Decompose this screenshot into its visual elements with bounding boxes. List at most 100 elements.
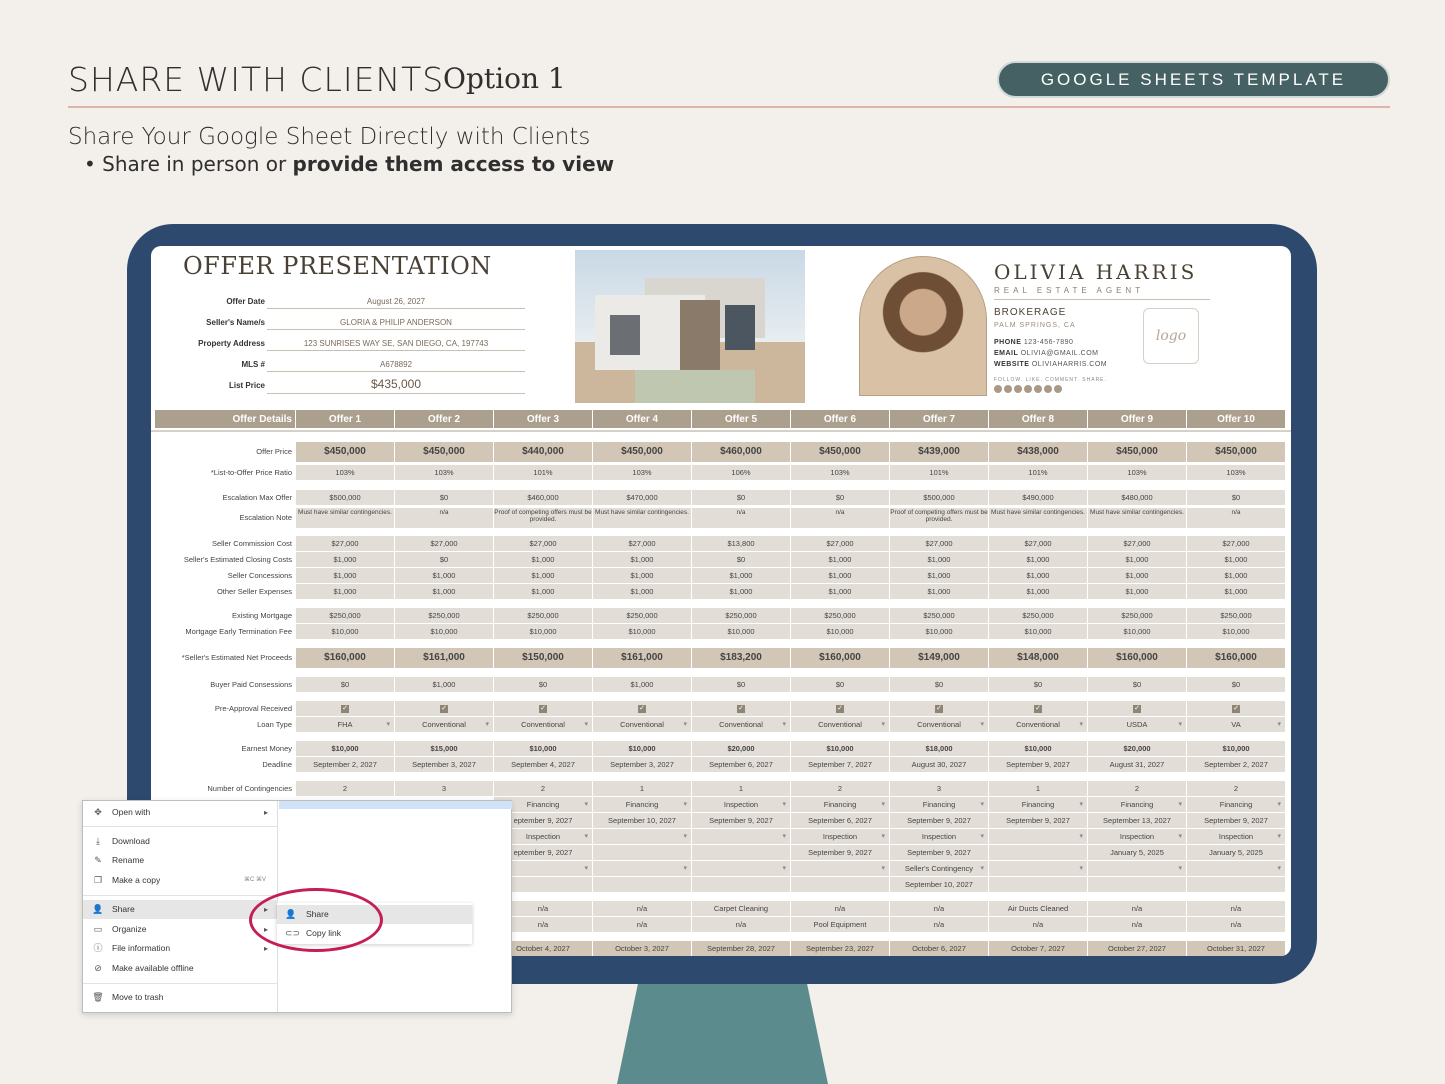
table-cell[interactable]: $10,000 bbox=[989, 624, 1087, 639]
table-cell[interactable]: 3 bbox=[890, 781, 988, 796]
table-cell[interactable]: n/a bbox=[395, 508, 493, 528]
table-cell[interactable]: $1,000 bbox=[890, 584, 988, 599]
table-cell[interactable]: ✓ bbox=[593, 701, 691, 716]
table-cell[interactable]: October 6, 2027 bbox=[890, 941, 988, 956]
table-cell[interactable]: 103% bbox=[593, 465, 691, 480]
table-cell[interactable] bbox=[593, 829, 691, 844]
table-cell[interactable]: $27,000 bbox=[890, 536, 988, 551]
table-cell[interactable]: $450,000 bbox=[1187, 442, 1285, 462]
menu-item-make-available-offline[interactable]: ⊘ Make available offline bbox=[83, 959, 278, 978]
table-cell[interactable]: $161,000 bbox=[395, 648, 493, 668]
checkbox-checked-icon[interactable]: ✓ bbox=[1034, 705, 1042, 714]
table-cell[interactable]: $148,000 bbox=[989, 648, 1087, 668]
table-cell[interactable]: $10,000 bbox=[1088, 624, 1186, 639]
table-cell[interactable]: $0 bbox=[692, 490, 790, 505]
table-cell[interactable]: September 2, 2027 bbox=[1187, 757, 1285, 772]
table-cell[interactable]: 106% bbox=[692, 465, 790, 480]
table-cell[interactable]: Proof of competing offers must be provid… bbox=[890, 508, 988, 528]
form-value[interactable]: A678892 bbox=[267, 360, 525, 372]
table-cell[interactable]: Conventional bbox=[791, 717, 889, 732]
table-cell[interactable]: $10,000 bbox=[989, 741, 1087, 756]
table-cell[interactable]: n/a bbox=[593, 901, 691, 916]
table-cell[interactable]: $10,000 bbox=[494, 624, 592, 639]
table-cell[interactable]: $150,000 bbox=[494, 648, 592, 668]
table-cell[interactable]: $0 bbox=[1088, 677, 1186, 692]
table-cell[interactable]: $160,000 bbox=[1088, 648, 1186, 668]
table-cell[interactable] bbox=[989, 829, 1087, 844]
table-cell[interactable]: October 7, 2027 bbox=[989, 941, 1087, 956]
table-cell[interactable]: $250,000 bbox=[593, 608, 691, 623]
table-cell[interactable]: 1 bbox=[989, 781, 1087, 796]
twitter-icon[interactable] bbox=[1024, 385, 1032, 393]
table-cell[interactable]: 2 bbox=[1088, 781, 1186, 796]
table-cell[interactable]: September 23, 2027 bbox=[791, 941, 889, 956]
table-cell[interactable]: $250,000 bbox=[692, 608, 790, 623]
table-cell[interactable]: September 10, 2027 bbox=[593, 813, 691, 828]
table-cell[interactable]: Conventional bbox=[692, 717, 790, 732]
table-cell[interactable]: ✓ bbox=[692, 701, 790, 716]
table-cell[interactable]: n/a bbox=[1187, 917, 1285, 932]
table-cell[interactable]: n/a bbox=[890, 901, 988, 916]
table-cell[interactable]: $1,000 bbox=[692, 568, 790, 583]
table-cell[interactable]: $10,000 bbox=[296, 624, 394, 639]
youtube-icon[interactable] bbox=[1034, 385, 1042, 393]
table-cell[interactable]: n/a bbox=[989, 917, 1087, 932]
table-cell[interactable]: $1,000 bbox=[692, 584, 790, 599]
table-cell[interactable]: $161,000 bbox=[593, 648, 691, 668]
table-cell[interactable]: Conventional bbox=[494, 717, 592, 732]
table-cell[interactable]: $10,000 bbox=[1187, 741, 1285, 756]
table-cell[interactable]: September 9, 2027 bbox=[1187, 813, 1285, 828]
table-cell[interactable]: ✓ bbox=[1088, 701, 1186, 716]
table-cell[interactable]: $480,000 bbox=[1088, 490, 1186, 505]
table-cell[interactable]: $10,000 bbox=[791, 741, 889, 756]
table-cell[interactable]: $460,000 bbox=[494, 490, 592, 505]
table-cell[interactable]: $10,000 bbox=[593, 741, 691, 756]
table-cell[interactable]: ✓ bbox=[395, 701, 493, 716]
table-cell[interactable]: $250,000 bbox=[1088, 608, 1186, 623]
table-cell[interactable]: 3 bbox=[395, 781, 493, 796]
facebook-icon[interactable] bbox=[1004, 385, 1012, 393]
table-cell[interactable]: $1,000 bbox=[890, 568, 988, 583]
checkbox-checked-icon[interactable]: ✓ bbox=[836, 705, 844, 714]
table-cell[interactable]: Inspection bbox=[1088, 829, 1186, 844]
table-cell[interactable] bbox=[593, 845, 691, 860]
form-value[interactable]: GLORIA & PHILIP ANDERSON bbox=[267, 318, 525, 330]
table-cell[interactable]: $1,000 bbox=[296, 568, 394, 583]
table-cell[interactable]: September 4, 2027 bbox=[494, 757, 592, 772]
form-value[interactable]: 123 SUNRISES WAY SE, SAN DIEGO, CA, 1977… bbox=[267, 339, 525, 351]
tiktok-icon[interactable] bbox=[1044, 385, 1052, 393]
table-cell[interactable]: n/a bbox=[692, 917, 790, 932]
table-cell[interactable]: $450,000 bbox=[791, 442, 889, 462]
table-cell[interactable]: $250,000 bbox=[296, 608, 394, 623]
table-cell[interactable]: USDA bbox=[1088, 717, 1186, 732]
table-cell[interactable]: $1,000 bbox=[989, 552, 1087, 567]
table-cell[interactable]: September 2, 2027 bbox=[296, 757, 394, 772]
table-cell[interactable]: Financing bbox=[1088, 797, 1186, 812]
table-cell[interactable]: $13,800 bbox=[692, 536, 790, 551]
table-cell[interactable]: $500,000 bbox=[890, 490, 988, 505]
table-cell[interactable]: $0 bbox=[890, 677, 988, 692]
table-cell[interactable]: $250,000 bbox=[989, 608, 1087, 623]
table-cell[interactable]: $1,000 bbox=[1088, 552, 1186, 567]
table-cell[interactable]: $27,000 bbox=[494, 536, 592, 551]
table-cell[interactable]: $440,000 bbox=[494, 442, 592, 462]
table-cell[interactable]: $20,000 bbox=[1088, 741, 1186, 756]
table-cell[interactable]: 2 bbox=[791, 781, 889, 796]
table-cell[interactable] bbox=[593, 877, 691, 892]
table-cell[interactable]: $27,000 bbox=[1187, 536, 1285, 551]
table-cell[interactable]: 103% bbox=[1088, 465, 1186, 480]
table-cell[interactable]: September 3, 2027 bbox=[593, 757, 691, 772]
table-cell[interactable]: $1,000 bbox=[791, 568, 889, 583]
table-cell[interactable]: $1,000 bbox=[1187, 584, 1285, 599]
table-cell[interactable]: ✓ bbox=[890, 701, 988, 716]
table-cell[interactable]: $10,000 bbox=[890, 624, 988, 639]
table-cell[interactable]: Financing bbox=[989, 797, 1087, 812]
table-cell[interactable]: Conventional bbox=[890, 717, 988, 732]
table-cell[interactable]: $0 bbox=[791, 677, 889, 692]
table-cell[interactable]: $10,000 bbox=[593, 624, 691, 639]
table-cell[interactable]: $27,000 bbox=[989, 536, 1087, 551]
table-cell[interactable]: Inspection bbox=[1187, 829, 1285, 844]
table-cell[interactable]: n/a bbox=[890, 917, 988, 932]
table-cell[interactable]: n/a bbox=[1187, 508, 1285, 528]
table-cell[interactable]: September 9, 2027 bbox=[890, 813, 988, 828]
